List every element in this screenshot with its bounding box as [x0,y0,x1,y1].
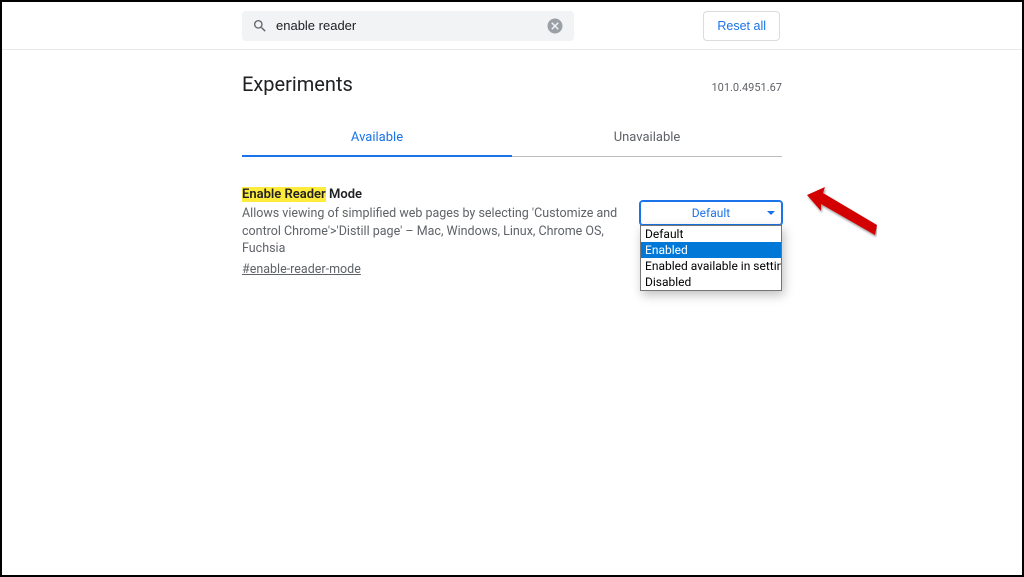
dropdown-list: DefaultEnabledEnabled available in setti… [640,225,782,291]
tab-available[interactable]: Available [242,120,512,157]
chevron-down-icon [767,211,775,215]
page-title: Experiments [242,72,353,96]
search-input[interactable] [276,18,546,33]
search-icon [252,18,268,34]
flag-text: Enable Reader Mode Allows viewing of sim… [242,187,620,277]
reset-all-button[interactable]: Reset all [703,11,780,41]
select-value: Default [692,206,730,220]
dropdown-item[interactable]: Disabled [641,274,781,290]
select-wrap: Default DefaultEnabledEnabled available … [640,201,782,225]
dropdown-item[interactable]: Enabled [641,242,781,258]
clear-icon[interactable] [546,17,564,35]
flag-select[interactable]: Default [640,201,782,225]
flag-link[interactable]: #enable-reader-mode [242,262,361,277]
version-text: 101.0.4951.67 [711,81,782,94]
search-box[interactable] [242,11,574,41]
dropdown-item[interactable]: Default [641,226,781,242]
header-row: Experiments 101.0.4951.67 [242,72,782,96]
flag-title: Enable Reader Mode [242,187,620,202]
tab-unavailable[interactable]: Unavailable [512,120,782,157]
highlight: Enable Reader [242,187,326,202]
flag-description: Allows viewing of simplified web pages b… [242,205,620,258]
top-bar: Reset all [2,2,1022,50]
flag-title-rest: Mode [326,187,362,202]
content: Experiments 101.0.4951.67 Available Unav… [2,50,1022,277]
tabs: Available Unavailable [242,120,782,157]
dropdown-item[interactable]: Enabled available in settings [641,258,781,274]
flag-row: Enable Reader Mode Allows viewing of sim… [242,187,782,277]
